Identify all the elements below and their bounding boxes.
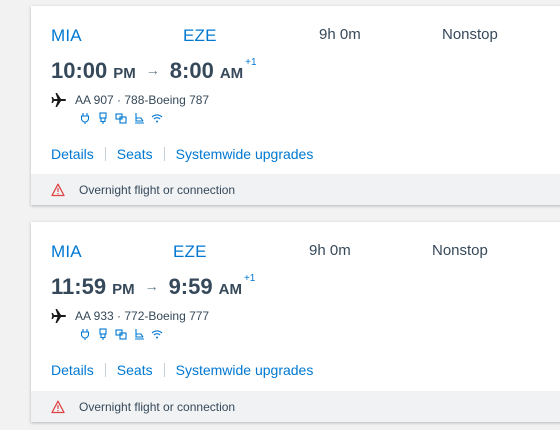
usb-icon — [99, 328, 107, 340]
destination-code: EZE — [173, 242, 207, 261]
details-link[interactable]: Details — [51, 146, 94, 162]
origin-code: MIA — [51, 242, 82, 261]
seats-link[interactable]: Seats — [117, 146, 153, 162]
arrive-ampm: AM — [218, 281, 242, 298]
entertainment-icon — [115, 113, 127, 124]
overnight-notice: Overnight flight or connection — [31, 391, 560, 422]
arrow-right-icon: → — [144, 278, 159, 294]
warning-icon — [51, 183, 65, 196]
arrive-ampm: AM — [219, 65, 244, 82]
wifi-icon — [151, 330, 163, 339]
arrow-right-icon: → — [145, 62, 160, 78]
origin-code: MIA — [51, 26, 82, 45]
flight-info: AA 907 · 788-Boeing 787 — [51, 92, 209, 108]
stops: Nonstop — [432, 242, 488, 259]
flight-card[interactable]: MIA EZE 9h 0m Nonstop C S 10:00 PM → 8:0… — [31, 6, 560, 205]
amenities — [79, 328, 163, 340]
seats-link[interactable]: Seats — [117, 362, 153, 378]
depart-ampm: PM — [113, 65, 136, 82]
day-offset: +1 — [245, 57, 257, 68]
stops: Nonstop — [442, 26, 498, 43]
divider — [104, 147, 106, 161]
overnight-notice: Overnight flight or connection — [31, 174, 560, 205]
arrive-time: 9:59 — [168, 274, 213, 299]
depart-time: 11:59 — [51, 274, 107, 299]
divider — [163, 147, 165, 161]
flight-number-aircraft: AA 907 · 788-Boeing 787 — [75, 93, 210, 107]
divider — [104, 363, 106, 377]
destination-code: EZE — [183, 26, 217, 45]
flight-card[interactable]: MIA EZE 9h 0m Nonstop C S 11:59 PM → 9:5… — [31, 222, 560, 422]
power-outlet-icon — [80, 113, 90, 124]
card-links: Details Seats Systemwide upgrades — [51, 146, 313, 162]
airplane-icon — [51, 309, 66, 323]
seat-icon — [135, 113, 144, 124]
depart-time: 10:00 — [51, 58, 108, 83]
day-offset: +1 — [243, 273, 256, 284]
wifi-icon — [151, 114, 163, 123]
flight-info: AA 933 · 772-Boeing 777 — [51, 308, 209, 324]
notice-text: Overnight flight or connection — [79, 399, 236, 414]
flight-times: 10:00 PM → 8:00 AM +1 — [51, 54, 257, 84]
systemwide-upgrades-link[interactable]: Systemwide upgrades — [176, 362, 314, 378]
usb-icon — [99, 112, 107, 124]
entertainment-icon — [115, 329, 127, 340]
seat-icon — [135, 329, 144, 340]
duration: 9h 0m — [319, 26, 361, 43]
airplane-icon — [51, 93, 66, 107]
flight-number-aircraft: AA 933 · 772-Boeing 777 — [75, 309, 210, 323]
power-outlet-icon — [80, 329, 90, 340]
divider — [163, 363, 165, 377]
depart-ampm: PM — [112, 281, 135, 298]
duration: 9h 0m — [309, 242, 351, 259]
notice-text: Overnight flight or connection — [79, 182, 236, 197]
amenities — [79, 112, 163, 124]
systemwide-upgrades-link[interactable]: Systemwide upgrades — [176, 146, 314, 162]
details-link[interactable]: Details — [51, 362, 94, 378]
card-links: Details Seats Systemwide upgrades — [51, 362, 313, 378]
warning-icon — [51, 400, 65, 413]
flight-times: 11:59 PM → 9:59 AM +1 — [51, 270, 255, 300]
arrive-time: 8:00 — [169, 58, 214, 83]
